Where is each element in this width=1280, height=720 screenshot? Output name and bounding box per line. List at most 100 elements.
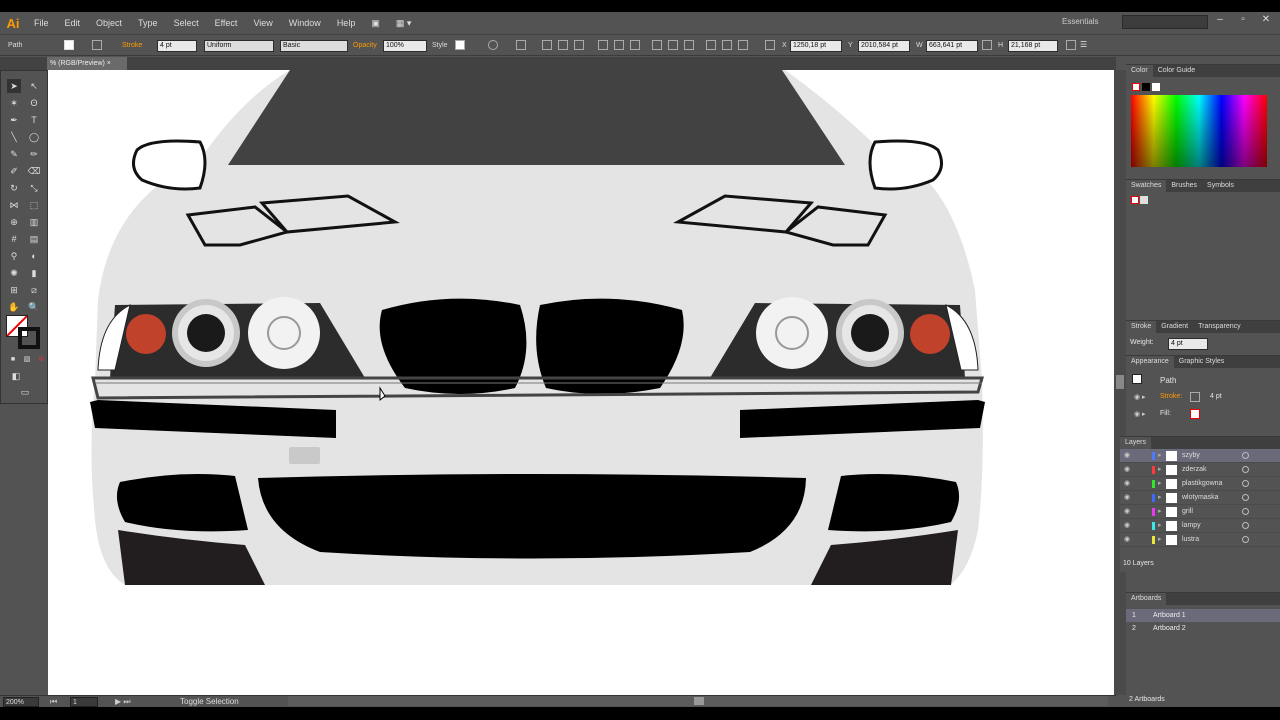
eye-icon[interactable]: ◉ xyxy=(1124,477,1130,491)
pencil-tool-icon[interactable]: ✏ xyxy=(27,147,41,161)
layer-name[interactable]: wlotymaska xyxy=(1182,491,1219,505)
layer-row[interactable]: ◉ ▸ lampy xyxy=(1120,519,1280,533)
artboard-row[interactable]: 2 Artboard 2 xyxy=(1126,622,1280,635)
target-circle-icon[interactable] xyxy=(1242,480,1249,487)
tab-swatches[interactable]: Swatches xyxy=(1126,180,1167,192)
artboard-name[interactable]: Artboard 1 xyxy=(1153,609,1186,622)
h-field[interactable]: 21,168 pt xyxy=(1008,40,1058,52)
workspace-switcher[interactable]: Essentials xyxy=(1062,17,1098,26)
zoom-tool-icon[interactable]: 🔍 xyxy=(27,300,41,314)
shape-builder-tool-icon[interactable]: ⊕ xyxy=(7,215,21,229)
tab-graphic-styles[interactable]: Graphic Styles xyxy=(1174,356,1230,368)
align-right-icon[interactable] xyxy=(574,40,584,50)
expand-arrow-icon[interactable]: ▸ xyxy=(1158,533,1162,547)
target-circle-icon[interactable] xyxy=(1242,522,1249,529)
zoom-field[interactable]: 200% xyxy=(3,697,39,707)
stroke-label[interactable]: Stroke xyxy=(122,39,142,53)
white-swatch[interactable] xyxy=(1152,83,1160,91)
variable-width-profile[interactable]: Uniform xyxy=(204,40,274,52)
horizontal-scroll-thumb[interactable] xyxy=(694,697,704,705)
distribute-center-icon[interactable] xyxy=(722,40,732,50)
maximize-icon[interactable]: ▫ xyxy=(1235,14,1251,28)
pen-tool-icon[interactable]: ✒ xyxy=(7,113,21,127)
current-tool-status[interactable]: Toggle Selection xyxy=(180,697,239,706)
eye-icon[interactable]: ◉ xyxy=(1124,491,1130,505)
menu-window[interactable]: Window xyxy=(281,18,329,28)
w-field[interactable]: 663,641 pt xyxy=(926,40,978,52)
tab-color[interactable]: Color xyxy=(1126,65,1153,77)
document-tab[interactable]: % (RGB/Preview) × xyxy=(47,57,127,70)
distribute-bottom-icon[interactable] xyxy=(684,40,694,50)
artboard-name[interactable]: Artboard 2 xyxy=(1153,622,1186,635)
expand-arrow-icon[interactable]: ▸ xyxy=(1158,505,1162,519)
layer-name[interactable]: lustra xyxy=(1182,533,1199,547)
layer-row[interactable]: ◉ ▸ grill xyxy=(1120,505,1280,519)
distribute-top-icon[interactable] xyxy=(652,40,662,50)
slice-tool-icon[interactable]: ⧄ xyxy=(27,283,41,297)
target-circle-icon[interactable] xyxy=(1242,536,1249,543)
horizontal-scrollbar[interactable] xyxy=(288,696,1108,706)
layer-row[interactable]: ◉ ▸ szyby xyxy=(1120,449,1280,463)
next-artboard-icon[interactable]: ▶ ⏭ xyxy=(115,697,131,707)
expand-arrow-icon[interactable]: ▸ xyxy=(1158,477,1162,491)
opacity-label[interactable]: Opacity xyxy=(353,39,377,53)
appearance-stroke-value[interactable]: 4 pt xyxy=(1210,393,1222,400)
eye-icon[interactable]: ◉ xyxy=(1124,533,1130,547)
menu-effect[interactable]: Effect xyxy=(207,18,246,28)
close-icon[interactable]: ✕ xyxy=(1258,14,1274,28)
menu-select[interactable]: Select xyxy=(166,18,207,28)
appearance-stroke-label[interactable]: Stroke: xyxy=(1160,393,1182,400)
artboard-number-field[interactable]: 1 xyxy=(70,697,98,707)
align-top-icon[interactable] xyxy=(598,40,608,50)
brush-definition[interactable]: Basic xyxy=(280,40,348,52)
eye-icon[interactable]: ◉ xyxy=(1124,463,1130,477)
layer-name[interactable]: grill xyxy=(1182,505,1193,519)
appearance-fill-label[interactable]: Fill: xyxy=(1160,410,1171,417)
recolor-artwork-icon[interactable] xyxy=(488,40,498,50)
layers-title[interactable]: Layers xyxy=(1120,437,1152,449)
layer-name[interactable]: plastikgowna xyxy=(1182,477,1222,491)
graphic-style-swatch[interactable] xyxy=(455,40,465,50)
tab-color-guide[interactable]: Color Guide xyxy=(1153,65,1200,77)
menu-edit[interactable]: Edit xyxy=(57,18,89,28)
scale-tool-icon[interactable]: ⤡ xyxy=(27,181,41,195)
color-spectrum[interactable] xyxy=(1131,95,1267,167)
appearance-stroke-swatch[interactable] xyxy=(1190,392,1200,402)
screen-mode-icon[interactable]: ▭ xyxy=(18,385,32,399)
gradient-tool-icon[interactable]: ▤ xyxy=(27,232,41,246)
selection-tool-icon[interactable]: ➤ xyxy=(7,79,21,93)
menu-type[interactable]: Type xyxy=(130,18,166,28)
tab-gradient[interactable]: Gradient xyxy=(1156,321,1193,333)
layer-name[interactable]: szyby xyxy=(1182,449,1200,463)
bridge-icon[interactable]: ▣ xyxy=(363,18,388,29)
align-middle-icon[interactable] xyxy=(614,40,624,50)
distribute-middle-icon[interactable] xyxy=(668,40,678,50)
expand-arrow-icon[interactable]: ▸ xyxy=(1158,519,1162,533)
type-tool-icon[interactable]: T xyxy=(27,113,41,127)
artboards-title[interactable]: Artboards xyxy=(1126,593,1167,605)
artboard-tool-icon[interactable]: ⊞ xyxy=(7,283,21,297)
align-to-icon[interactable] xyxy=(516,40,526,50)
tab-appearance[interactable]: Appearance xyxy=(1126,356,1174,368)
stroke-color-icon[interactable] xyxy=(18,327,40,349)
distribute-right-icon[interactable] xyxy=(738,40,748,50)
weight-field[interactable]: 4 pt xyxy=(1168,338,1208,350)
minimize-icon[interactable]: – xyxy=(1212,14,1228,28)
expand-arrow-icon[interactable]: ▸ xyxy=(1158,463,1162,477)
align-center-icon[interactable] xyxy=(558,40,568,50)
arrange-documents-icon[interactable]: ▦ ▾ xyxy=(388,18,420,29)
panel-menu-icon[interactable]: ☰ xyxy=(1080,40,1090,50)
gradient-mode-icon[interactable]: ▧ xyxy=(20,353,34,367)
graph-tool-icon[interactable]: ▮ xyxy=(27,266,41,280)
tab-transparency[interactable]: Transparency xyxy=(1193,321,1246,333)
menu-file[interactable]: File xyxy=(26,18,57,28)
direct-selection-tool-icon[interactable]: ↖ xyxy=(27,79,41,93)
search-input[interactable] xyxy=(1122,15,1208,29)
distribute-left-icon[interactable] xyxy=(706,40,716,50)
paintbrush-tool-icon[interactable]: ✎ xyxy=(7,147,21,161)
tab-symbols[interactable]: Symbols xyxy=(1202,180,1239,192)
vertical-scroll-thumb[interactable] xyxy=(1116,375,1124,389)
x-field[interactable]: 1250,18 pt xyxy=(790,40,842,52)
width-tool-icon[interactable]: ⋈ xyxy=(7,198,21,212)
artboard-canvas[interactable] xyxy=(48,70,1114,695)
